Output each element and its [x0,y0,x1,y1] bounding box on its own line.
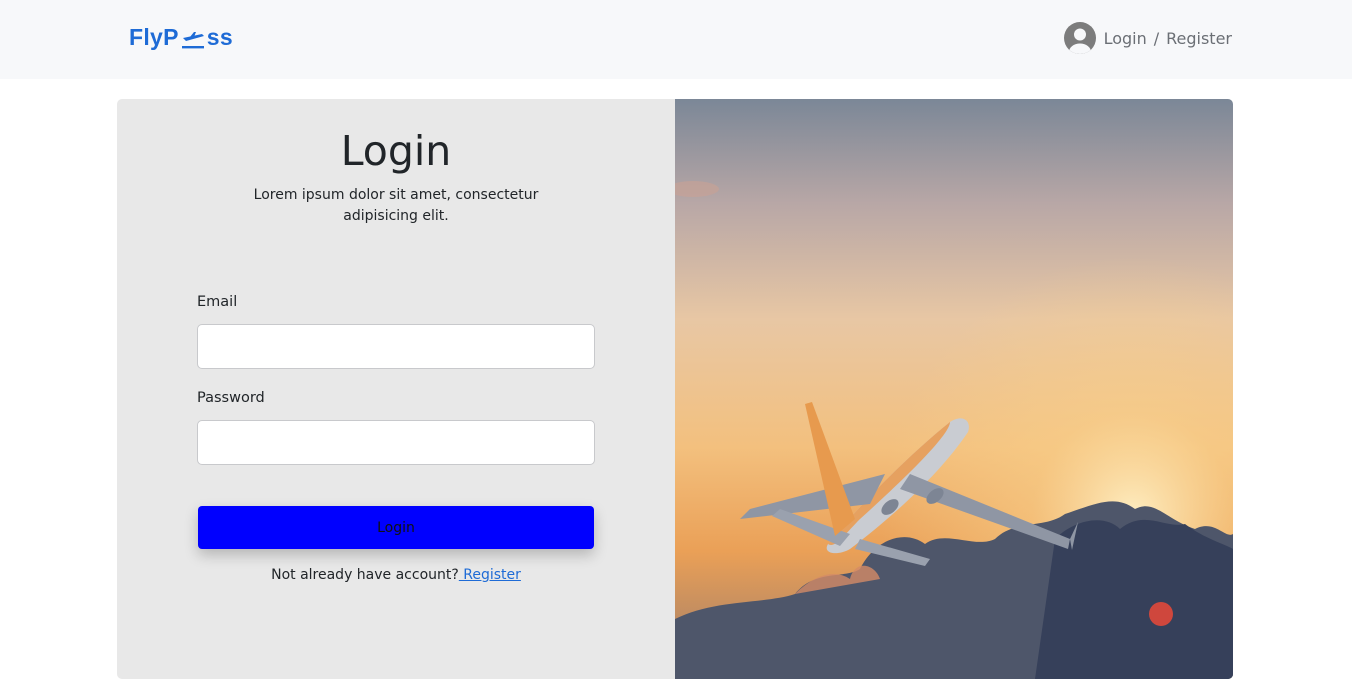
register-prompt-row: Not already have account? Register [117,567,675,583]
airplane-sunset-image [675,99,1233,679]
login-card: Login Lorem ipsum dolor sit amet, consec… [117,99,1233,679]
login-form-panel: Login Lorem ipsum dolor sit amet, consec… [117,99,675,679]
navbar: FlyP ss Login / Register [0,0,1352,79]
email-field[interactable] [197,324,595,369]
register-link-inline[interactable]: Register [459,567,521,583]
page-subtitle: Lorem ipsum dolor sit amet, consectetur … [253,187,539,224]
login-submit-button[interactable]: Login [198,506,594,549]
link-separator: / [1153,28,1160,48]
account-menu: Login / Register [1063,22,1232,54]
email-label: Email [197,294,238,310]
password-label: Password [197,390,265,406]
logo-text-end: ss [206,24,233,50]
brand-logo[interactable]: FlyP ss [129,24,233,51]
login-link[interactable]: Login [1104,29,1147,48]
register-prompt-text: Not already have account? [271,567,459,583]
password-field[interactable] [197,420,595,465]
logo-text-start: FlyP [129,24,179,50]
page-title: Login [340,127,452,175]
register-link[interactable]: Register [1166,29,1232,48]
hero-image [675,99,1233,679]
user-circle-icon[interactable] [1063,22,1096,54]
airplane-icon [180,29,206,51]
